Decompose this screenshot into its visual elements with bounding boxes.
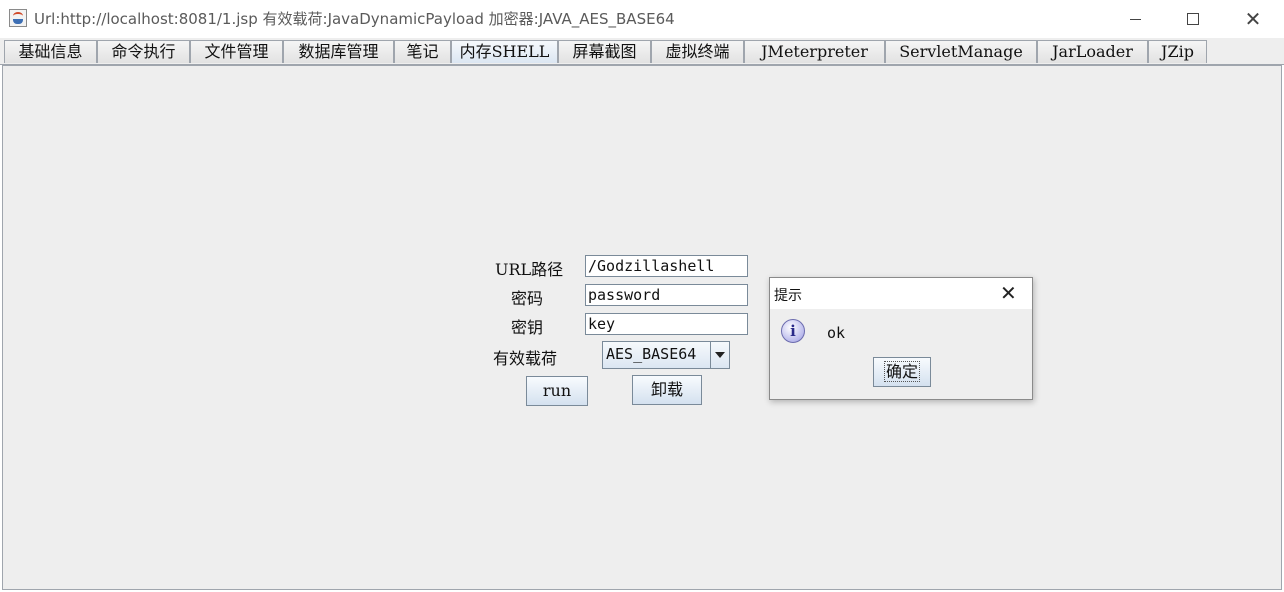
password-label: 密码 — [511, 289, 544, 308]
payload-selected-value: AES_BASE64 — [606, 345, 697, 363]
tab-jar-loader[interactable]: JarLoader — [1037, 40, 1148, 63]
dialog-close-icon[interactable]: ✕ — [1000, 281, 1017, 305]
key-label: 密钥 — [511, 318, 544, 337]
tab-servlet-manage[interactable]: ServletManage — [885, 40, 1037, 63]
dialog-message: ok — [827, 324, 846, 342]
uninstall-button[interactable]: 卸载 — [632, 375, 702, 405]
tab-jmeterpreter[interactable]: JMeterpreter — [744, 40, 885, 63]
maximize-icon — [1187, 13, 1199, 25]
dialog-ok-button[interactable]: 确定 — [873, 357, 931, 387]
tab-database-manager[interactable]: 数据库管理 — [283, 40, 394, 63]
tab-bar: 基础信息 命令执行 文件管理 数据库管理 笔记 内存SHELL 屏幕截图 虚拟终… — [0, 38, 1284, 65]
payload-select[interactable]: AES_BASE64 — [602, 341, 730, 369]
tab-file-manager[interactable]: 文件管理 — [190, 40, 283, 63]
tab-jzip[interactable]: JZip — [1148, 40, 1207, 63]
minimize-button[interactable] — [1106, 0, 1164, 38]
url-path-input[interactable]: /Godzillashell — [585, 255, 748, 277]
key-input[interactable]: key — [585, 313, 748, 335]
url-path-label: URL路径 — [495, 260, 564, 279]
tab-memory-shell[interactable]: 内存SHELL — [451, 40, 558, 63]
java-cup-icon — [9, 9, 27, 27]
tab-command-exec[interactable]: 命令执行 — [97, 40, 190, 63]
close-icon: ✕ — [1244, 7, 1262, 31]
minimize-icon — [1129, 18, 1141, 20]
dialog-titlebar: 提示 ✕ — [770, 278, 1032, 309]
tab-notes[interactable]: 笔记 — [394, 40, 451, 63]
window-title: Url:http://localhost:8081/1.jsp 有效载荷:Jav… — [34, 10, 675, 28]
tab-basic-info[interactable]: 基础信息 — [4, 40, 97, 63]
window-titlebar: Url:http://localhost:8081/1.jsp 有效载荷:Jav… — [0, 0, 1284, 38]
payload-label: 有效载荷 — [493, 349, 558, 368]
message-dialog: 提示 ✕ i ok 确定 — [769, 277, 1033, 400]
run-button[interactable]: run — [526, 376, 588, 406]
dialog-title: 提示 — [774, 288, 802, 304]
dialog-ok-label: 确定 — [883, 361, 920, 382]
close-window-button[interactable]: ✕ — [1224, 0, 1282, 38]
tab-screenshot[interactable]: 屏幕截图 — [558, 40, 651, 63]
maximize-button[interactable] — [1164, 0, 1222, 38]
tab-virtual-terminal[interactable]: 虚拟终端 — [651, 40, 744, 63]
chevron-down-icon[interactable] — [710, 342, 729, 368]
info-icon: i — [781, 319, 805, 343]
password-input[interactable]: password — [585, 284, 748, 306]
